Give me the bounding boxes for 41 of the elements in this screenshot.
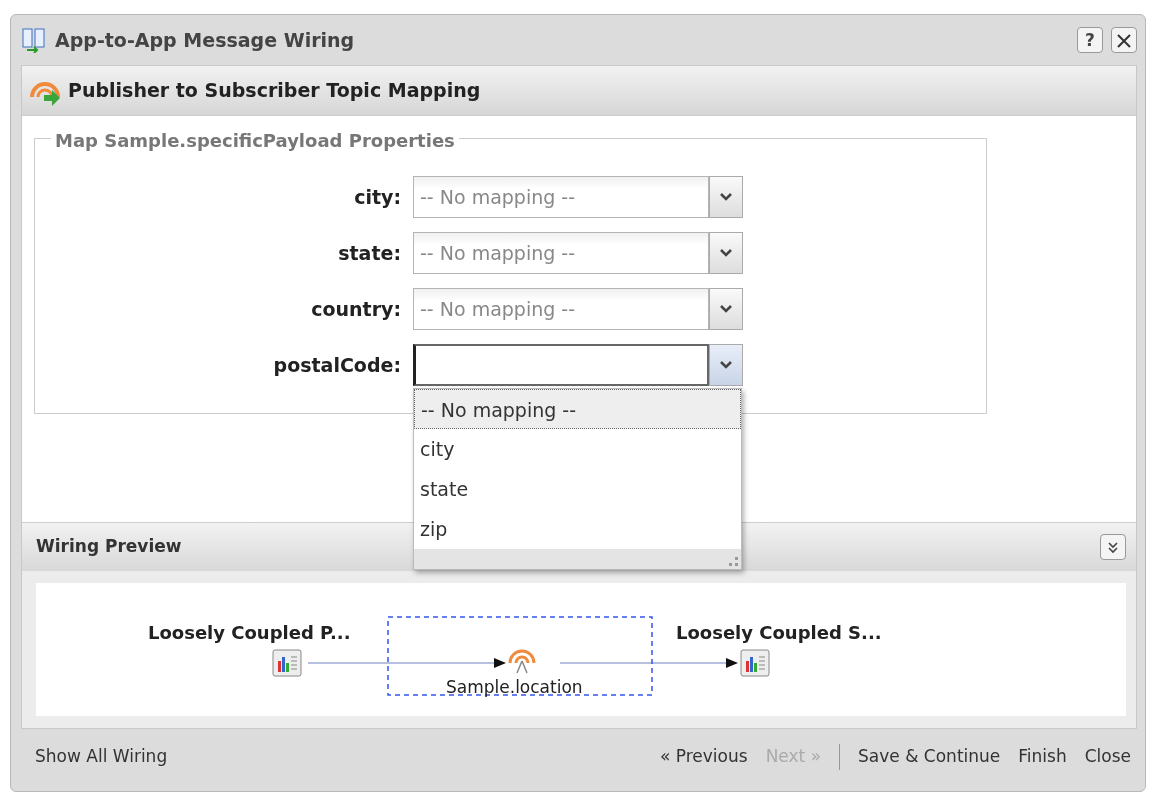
chevron-down-icon [719,248,733,258]
chevron-down-icon [719,304,733,314]
preview-title: Wiring Preview [36,535,182,559]
window-title: App-to-App Message Wiring [55,27,355,53]
subscriber-label: Loosely Coupled S... [676,621,882,645]
chevron-down-icon [719,192,733,202]
close-icon [1116,33,1132,49]
wiring-icon [21,27,47,53]
field-label: country: [310,296,402,322]
app-icon[interactable] [740,649,770,677]
show-all-wiring-link[interactable]: Show All Wiring [35,744,168,770]
topic-label: Sample.location [446,676,583,699]
dropdown-trigger[interactable] [709,344,743,386]
combo-field[interactable]: -- No mapping -- [413,288,709,330]
dropdown-trigger[interactable] [709,176,743,218]
field-label: postalCode: [272,352,402,378]
broadcast-icon[interactable] [508,649,536,674]
double-chevron-icon [1106,541,1120,555]
app-icon[interactable] [272,649,302,677]
collapse-button[interactable] [1100,534,1126,560]
dropdown-option[interactable]: zip [414,509,741,549]
combo-field[interactable] [413,344,709,386]
help-button[interactable]: ? [1077,27,1103,53]
save-continue-button[interactable]: Save & Continue [858,744,1001,770]
combo-field[interactable]: -- No mapping -- [413,176,709,218]
finish-button[interactable]: Finish [1018,744,1067,770]
previous-button[interactable]: « Previous [659,744,748,770]
dropdown-option[interactable]: -- No mapping -- [414,389,741,429]
field-label: city: [353,184,402,210]
close-button[interactable] [1111,27,1137,53]
dropdown-trigger[interactable] [709,232,743,274]
field-label: state: [337,240,402,266]
close-button[interactable]: Close [1084,744,1131,770]
resize-grip-icon[interactable] [729,557,739,567]
panel-title: Publisher to Subscriber Topic Mapping [68,78,481,104]
combo-field[interactable]: -- No mapping -- [413,232,709,274]
dropdown-trigger[interactable] [709,288,743,330]
publisher-label: Loosely Coupled P... [148,621,351,645]
chevron-down-icon [719,360,733,370]
dropdown-option[interactable]: state [414,469,741,509]
dropdown-option[interactable]: city [414,429,741,469]
